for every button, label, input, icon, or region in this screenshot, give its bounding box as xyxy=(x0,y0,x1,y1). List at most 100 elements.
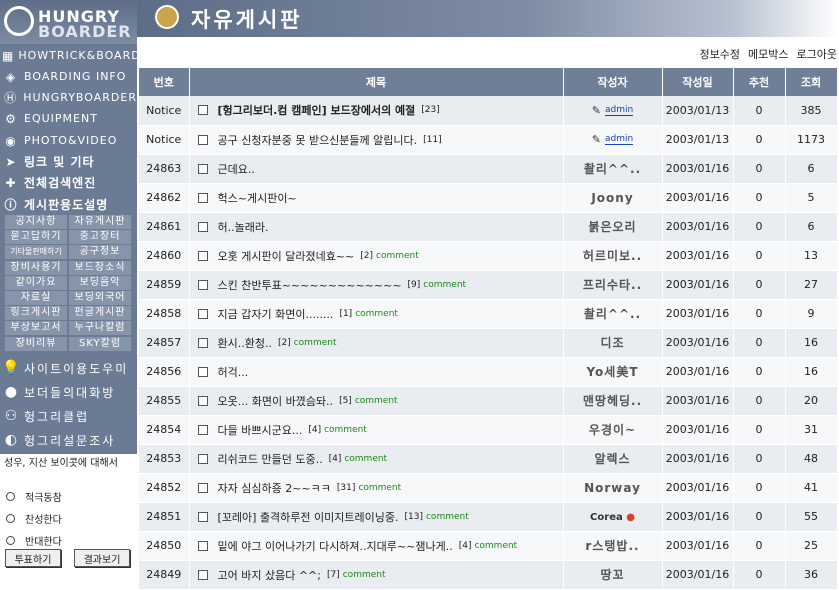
sub-nav-item-1[interactable]: 💡 사이트이용도우미 xyxy=(0,357,137,379)
post-title-link[interactable]: 지금 갑자기 화면이........ xyxy=(218,308,334,321)
post-title-link[interactable]: 허..놀래라. xyxy=(218,221,269,234)
nav-item-7[interactable]: ✚ 전체검색엔진 xyxy=(0,172,137,193)
col-header-views[interactable]: 조회 xyxy=(785,68,838,96)
table-row[interactable]: 24860 오홋 게시판이 달라졌네효~~ [2] comment 허르미보.. 2003… xyxy=(139,241,838,271)
select-checkbox[interactable] xyxy=(197,511,208,522)
sub-nav-item-4[interactable]: ◐ 헝그리설문조사 xyxy=(0,429,137,451)
post-author[interactable]: r스탱밥.. xyxy=(563,531,663,561)
table-row[interactable]: 24857 환시..환청.. [2] comment 디조 2003/01/16 0 16 xyxy=(139,328,838,358)
nav-item-6[interactable]: ➤ 링크 및 기타 xyxy=(0,151,137,172)
post-author[interactable]: 맨땅헤딩.. xyxy=(563,386,663,416)
memo-box-link[interactable]: 메모박스 xyxy=(748,46,788,62)
table-row[interactable]: 24855 오옷... 화면이 바꼈슴돠.. [5] comment 맨땅헤딩.. 200… xyxy=(139,386,838,416)
board-menu-item[interactable]: 같이가요 xyxy=(5,275,67,290)
board-menu-item[interactable]: 보딩외국어 xyxy=(69,291,131,305)
post-author[interactable]: Norway xyxy=(563,473,663,503)
select-checkbox[interactable] xyxy=(197,424,208,435)
select-checkbox[interactable] xyxy=(197,192,208,203)
select-checkbox[interactable] xyxy=(197,105,208,116)
post-title-link[interactable]: 자자 심심하죵 2~~ㅋㅋ xyxy=(218,482,331,495)
radio-icon[interactable] xyxy=(6,536,15,545)
post-title-link[interactable]: 환시..환청.. xyxy=(218,337,272,350)
table-row[interactable]: 24856 허걱... Yo세美T 2003/01/16 0 16 xyxy=(139,357,838,387)
select-checkbox[interactable] xyxy=(197,250,208,261)
table-row[interactable]: 24853 리쉬코드 만들던 도중.. [4] comment 알렉스 2003/01/1… xyxy=(139,444,838,474)
board-menu-item[interactable]: 장비리뷰 xyxy=(5,336,67,351)
sub-nav-item-3[interactable]: ⚇ 헝그리클럽 xyxy=(0,405,137,427)
select-checkbox[interactable] xyxy=(197,308,208,319)
post-title-link[interactable]: 다들 바쁘시군요... xyxy=(218,424,303,437)
result-button[interactable]: 결과보기 xyxy=(74,549,130,567)
post-title-link[interactable]: 헉스~게시판이~ xyxy=(218,192,297,205)
select-checkbox[interactable] xyxy=(197,221,208,232)
col-header-author[interactable]: 작성자 xyxy=(563,68,663,96)
post-author[interactable]: Yo세美T xyxy=(563,357,663,387)
post-author[interactable]: Corea ● xyxy=(563,502,663,532)
post-author[interactable]: 붉은오리 xyxy=(563,212,663,242)
select-checkbox[interactable] xyxy=(197,482,208,493)
nav-item-2[interactable]: ◈ BOARDING INFO xyxy=(0,66,137,87)
nav-item-4[interactable]: ⚙ EQUIPMENT xyxy=(0,108,137,129)
board-menu-item[interactable]: 링크게시판 xyxy=(5,306,67,321)
post-title-link[interactable]: 밑에 야그 이어나가기 다시하져..지대루~~잼나게.. xyxy=(218,540,453,553)
board-menu-item[interactable]: 부상보고서 xyxy=(5,321,67,336)
table-row[interactable]: 24858 지금 갑자기 화면이........ [1] comment 촬리^^.. 2… xyxy=(139,299,838,329)
board-menu-item[interactable]: 누구나칼럼 xyxy=(69,321,131,336)
table-row[interactable]: 24863 근데요.. 촬리^^.. 2003/01/16 0 6 xyxy=(139,154,838,184)
board-menu-item[interactable]: 보드장소식 xyxy=(69,260,131,275)
board-menu-item[interactable]: 펀글게시판 xyxy=(69,306,131,321)
radio-icon[interactable] xyxy=(6,492,15,501)
post-author[interactable]: ✎ admin xyxy=(563,96,663,126)
select-checkbox[interactable] xyxy=(197,453,208,464)
post-title-link[interactable]: 허걱... xyxy=(218,366,249,379)
post-author[interactable]: 프리수타.. xyxy=(563,270,663,300)
post-author[interactable]: 우경이~ xyxy=(563,415,663,445)
select-checkbox[interactable] xyxy=(197,163,208,174)
table-row[interactable]: 24854 다들 바쁘시군요... [4] comment 우경이~ 2003/01/16… xyxy=(139,415,838,445)
col-header-date[interactable]: 작성일 xyxy=(662,68,734,96)
board-menu-item[interactable]: 공구정보 xyxy=(69,245,131,260)
vote-button[interactable]: 투표하기 xyxy=(5,549,61,567)
select-checkbox[interactable] xyxy=(197,366,208,377)
col-header-recommend[interactable]: 추천 xyxy=(733,68,786,96)
col-header-title[interactable]: 제목 xyxy=(189,68,564,96)
board-menu-item[interactable]: 중고장터 xyxy=(69,230,131,245)
nav-item-5[interactable]: ◉ PHOTO&VIDEO xyxy=(0,130,137,151)
edit-profile-link[interactable]: 정보수정 xyxy=(700,46,740,62)
board-menu-item[interactable]: 장비사용기 xyxy=(5,260,67,275)
select-checkbox[interactable] xyxy=(197,540,208,551)
post-title-link[interactable]: 고어 바지 샀음다 ^^; xyxy=(218,569,321,582)
post-title-link[interactable]: [꼬레아] 출격하루전 이미지트레이닝중. xyxy=(218,511,399,524)
table-row[interactable]: Notice 공구 신청자분중 못 받으신분들께 알립니다. [11] ✎ admin 2… xyxy=(139,125,838,155)
table-row[interactable]: 24861 허..놀래라. 붉은오리 2003/01/16 0 6 xyxy=(139,212,838,242)
board-menu-item[interactable]: 자료실 xyxy=(5,291,67,305)
table-row[interactable]: 24851 [꼬레아] 출격하루전 이미지트레이닝중. [13] comment Cor… xyxy=(139,502,838,532)
table-row[interactable]: 24852 자자 심심하죵 2~~ㅋㅋ [31] comment Norway 2003/… xyxy=(139,473,838,503)
nav-item-1[interactable]: ▦ HOWTRICK&BOARD xyxy=(0,45,140,66)
select-checkbox[interactable] xyxy=(197,279,208,290)
board-menu-item[interactable]: 보딩음악 xyxy=(69,275,131,290)
post-title-link[interactable]: 리쉬코드 만들던 도중.. xyxy=(218,453,323,466)
post-author[interactable]: 땅꼬 xyxy=(563,560,663,590)
post-author[interactable]: 촬리^^.. xyxy=(563,299,663,329)
post-author[interactable]: ✎ admin xyxy=(563,125,663,155)
board-menu-item[interactable]: 공지사항 xyxy=(5,215,67,229)
board-menu-item[interactable]: SKY칼럼 xyxy=(69,336,131,351)
post-title-link[interactable]: 오홋 게시판이 달라졌네효~~ xyxy=(218,250,355,263)
logout-link[interactable]: 로그아웃 xyxy=(797,46,837,62)
post-author[interactable]: 촬리^^.. xyxy=(563,154,663,184)
poll-option-1[interactable]: 적극동참 xyxy=(6,489,62,504)
board-menu-item[interactable]: 자유게시판 xyxy=(69,215,131,229)
select-checkbox[interactable] xyxy=(197,337,208,348)
board-menu-item[interactable]: 묻고답하기 xyxy=(5,230,67,245)
table-row[interactable]: 24862 헉스~게시판이~ Joony 2003/01/16 0 5 xyxy=(139,183,838,213)
post-title-link[interactable]: [헝그리보더.컴 캠페인] 보드장에서의 예절 xyxy=(218,104,416,117)
nav-item-8[interactable]: ⓘ 게시판용도설명 xyxy=(0,194,137,215)
table-row[interactable]: 24859 스킨 찬반투표~~~~~~~~~~~~~ [9] comment 프리수타.… xyxy=(139,270,838,300)
select-checkbox[interactable] xyxy=(197,569,208,580)
nav-item-3[interactable]: Ⓗ HUNGRYBOARDER xyxy=(0,87,137,108)
poll-option-2[interactable]: 찬성한다 xyxy=(6,511,62,526)
table-row[interactable]: 24849 고어 바지 샀음다 ^^; [7] comment 땅꼬 2003/01/16… xyxy=(139,560,838,590)
board-menu-item[interactable]: 기타물판매하기 xyxy=(5,245,67,260)
post-title-link[interactable]: 스킨 찬반투표~~~~~~~~~~~~~ xyxy=(218,279,402,292)
